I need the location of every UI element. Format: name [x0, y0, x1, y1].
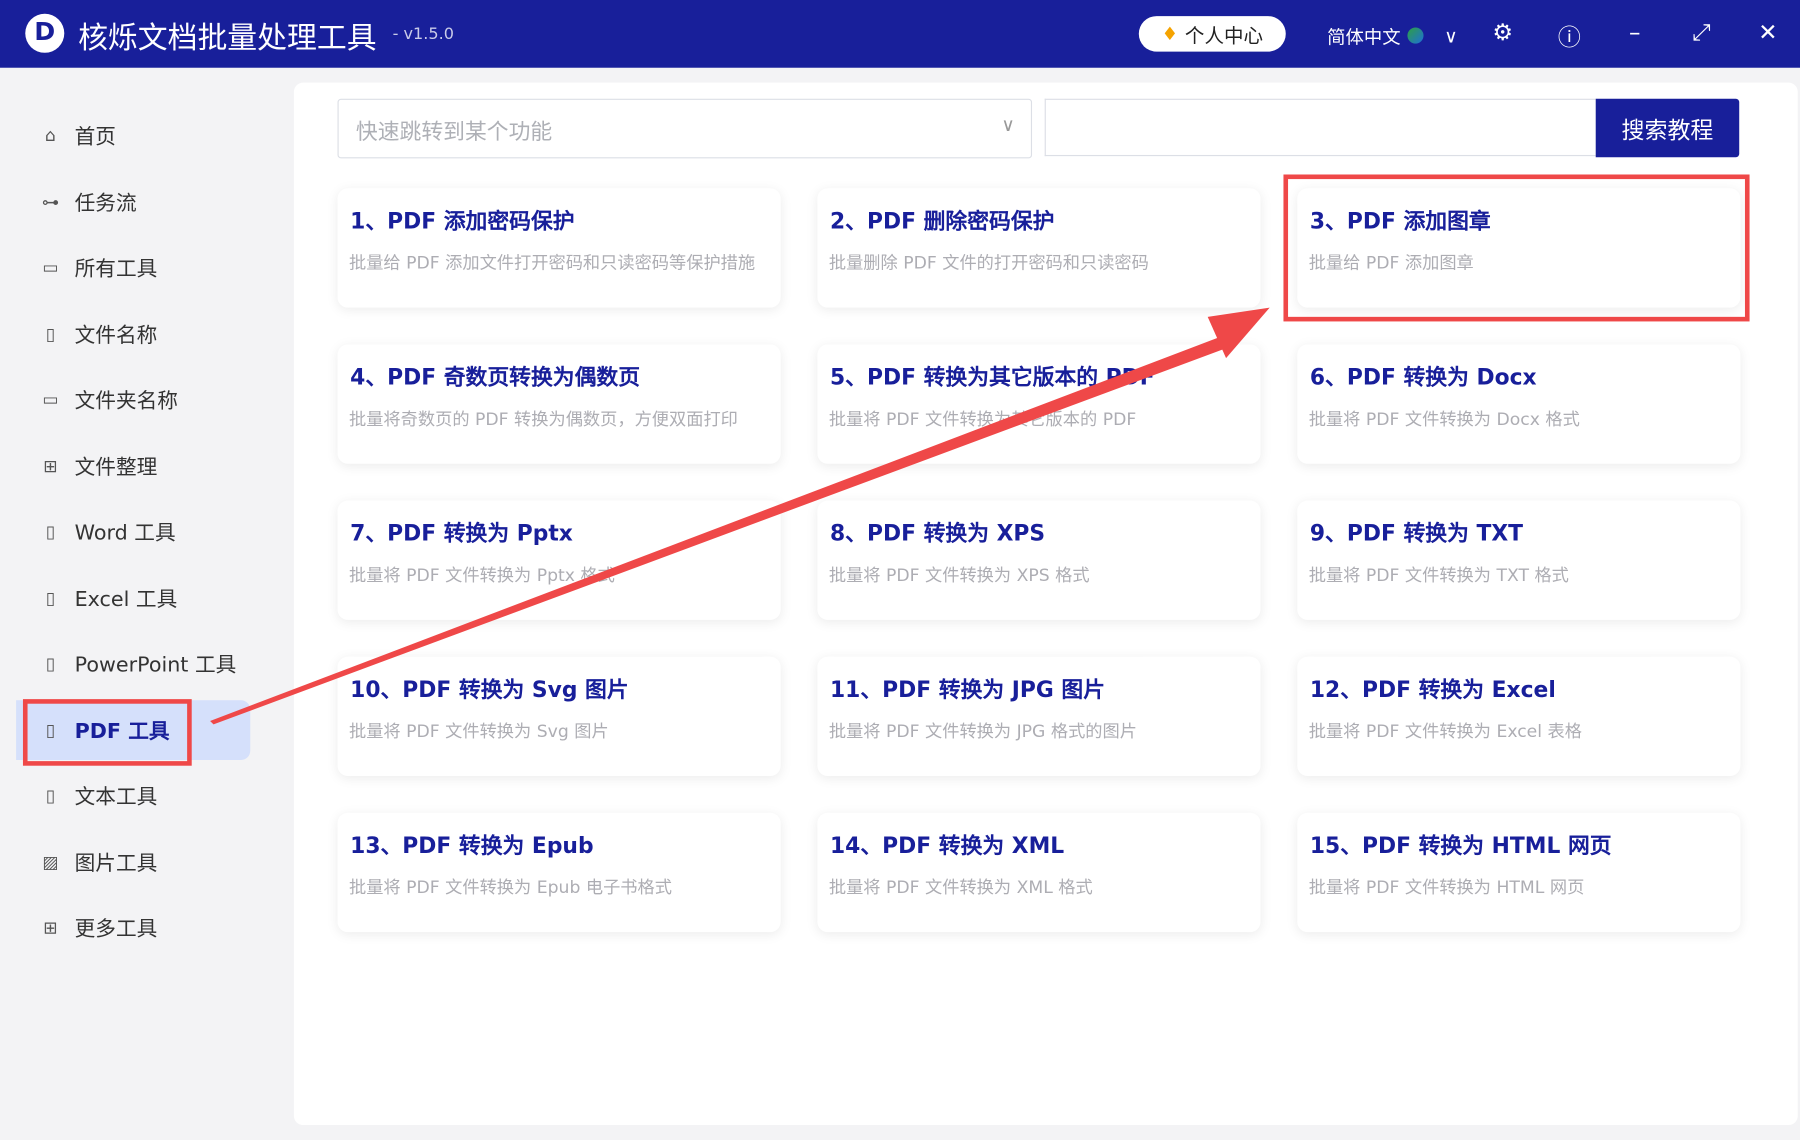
- annotation-arrow: [210, 307, 1270, 725]
